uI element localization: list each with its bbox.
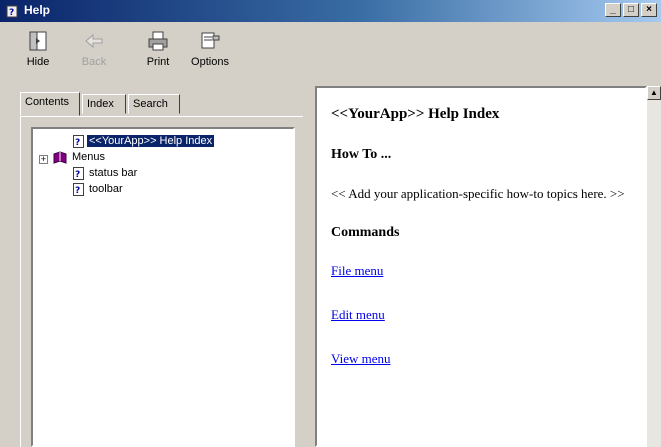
svg-text:?: ?: [9, 8, 14, 18]
edit-menu-link[interactable]: Edit menu: [331, 307, 631, 323]
maximize-button[interactable]: □: [623, 3, 639, 17]
scroll-up-button[interactable]: ▲: [647, 86, 661, 100]
printer-icon: [148, 31, 168, 51]
close-button[interactable]: ×: [641, 3, 657, 17]
expand-menus-button[interactable]: +: [39, 155, 48, 164]
file-menu-link[interactable]: File menu: [331, 263, 631, 279]
howto-heading: How To ...: [331, 147, 392, 162]
title-bar[interactable]: ? Help _ □ ×: [0, 0, 661, 22]
topic-pane: <<YourApp>> Help Index How To ... << Add…: [315, 86, 647, 447]
help-app-icon: ?: [6, 4, 20, 18]
topic-title: <<YourApp>> Help Index: [331, 106, 500, 122]
tab-search[interactable]: Search: [128, 94, 180, 114]
tree-item-toolbar[interactable]: ? toolbar: [73, 181, 125, 197]
help-page-icon: ?: [73, 182, 84, 196]
tab-index[interactable]: Index: [82, 94, 126, 114]
help-window: ? Help _ □ × Hide Back Print Options Con…: [0, 0, 661, 447]
options-button[interactable]: Options: [186, 30, 234, 80]
back-label: Back: [81, 56, 107, 68]
help-page-icon: ?: [73, 134, 84, 148]
vertical-scrollbar[interactable]: ▲: [647, 86, 661, 447]
topic-content: <<YourApp>> Help Index How To ... << Add…: [331, 106, 631, 395]
hide-button[interactable]: Hide: [14, 30, 62, 80]
svg-text:?: ?: [75, 186, 80, 196]
contents-pane: ? <<YourApp>> Help Index + Menus ? statu…: [20, 116, 303, 447]
view-menu-link[interactable]: View menu: [331, 351, 631, 367]
contents-tree[interactable]: ? <<YourApp>> Help Index + Menus ? statu…: [31, 127, 295, 447]
print-button[interactable]: Print: [134, 30, 182, 80]
options-icon: [201, 32, 220, 49]
back-arrow-icon: [85, 33, 103, 49]
print-label: Print: [146, 56, 170, 68]
help-page-icon: ?: [73, 166, 84, 180]
svg-text:?: ?: [75, 170, 80, 180]
minimize-button[interactable]: _: [605, 3, 621, 17]
back-button[interactable]: Back: [70, 30, 118, 80]
tab-contents[interactable]: Contents: [20, 92, 80, 116]
howto-text: << Add your application-specific how-to …: [331, 186, 625, 201]
pane-splitter[interactable]: [305, 84, 315, 447]
window-title: Help: [24, 3, 51, 17]
toolbar: Hide Back Print Options: [0, 22, 661, 84]
tree-item-menus[interactable]: Menus: [53, 149, 107, 165]
book-icon: [53, 151, 67, 164]
svg-text:?: ?: [75, 138, 80, 148]
commands-heading: Commands: [331, 225, 400, 240]
tree-item-help-index[interactable]: ? <<YourApp>> Help Index: [73, 133, 215, 149]
hide-icon: [29, 31, 47, 51]
tree-item-status-bar[interactable]: ? status bar: [73, 165, 139, 181]
options-label: Options: [191, 56, 229, 68]
hide-label: Hide: [26, 56, 50, 68]
